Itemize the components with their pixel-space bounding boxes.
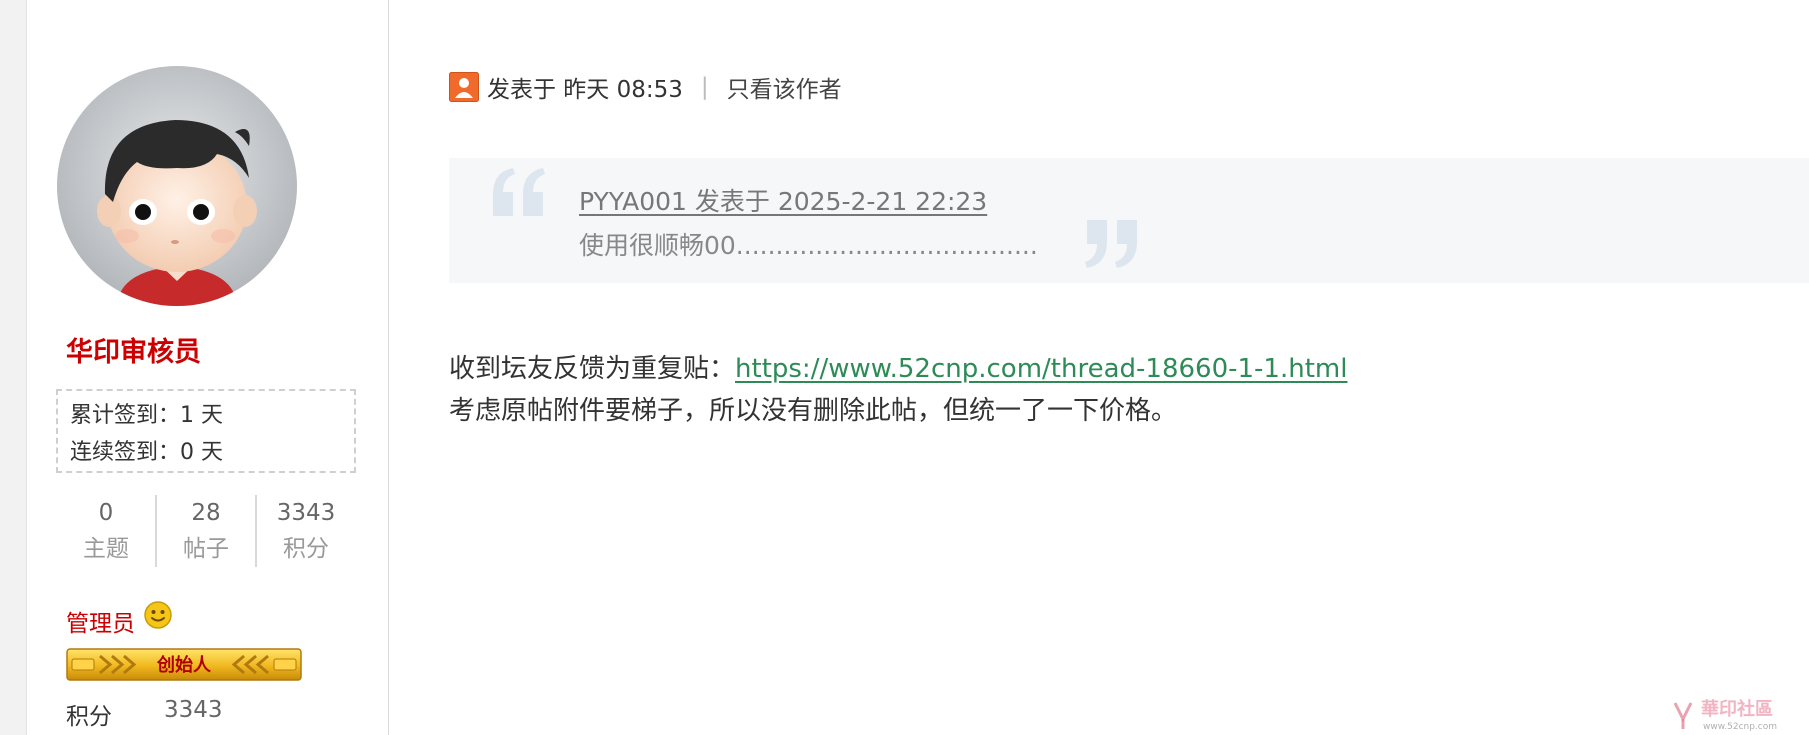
post-meta: 发表于 昨天 08:53 | 只看该作者 xyxy=(449,70,842,104)
poster-icon xyxy=(449,72,479,102)
stat-topics[interactable]: 0 主题 xyxy=(57,495,155,567)
left-gutter xyxy=(0,0,27,735)
thread-link[interactable]: https://www.52cnp.com/thread-18660-1-1.h… xyxy=(735,354,1347,384)
founder-badge-text: 创始人 xyxy=(156,654,212,676)
stat-posts-value: 28 xyxy=(191,500,221,526)
stat-posts[interactable]: 28 帖子 xyxy=(155,495,255,567)
message-body: 收到坛友反馈为重复贴：https://www.52cnp.com/thread-… xyxy=(449,348,1347,432)
stat-points-value: 3343 xyxy=(276,500,336,526)
points-row: 积分 3343 xyxy=(66,697,223,731)
message-line-2: 考虑原帖附件要梯子，所以没有删除此帖，但统一了一下价格。 xyxy=(449,396,1178,426)
close-quote-icon xyxy=(1085,220,1137,268)
only-author-link[interactable]: 只看该作者 xyxy=(727,70,842,104)
author-stats: 0 主题 28 帖子 3343 积分 xyxy=(57,495,355,567)
open-quote-icon xyxy=(493,168,545,216)
avatar[interactable] xyxy=(57,66,297,306)
message-prefix: 收到坛友反馈为重复贴： xyxy=(449,354,736,384)
site-watermark: 華印社區 www.52cnp.com xyxy=(1673,698,1777,732)
stat-points[interactable]: 3343 积分 xyxy=(255,495,355,567)
sign-total: 累计签到：1 天 xyxy=(70,403,223,428)
quote-text: 使用很顺畅00.................................… xyxy=(579,231,1038,260)
quote-source-link[interactable]: PYYA001 发表于 2025-2-21 22:23 xyxy=(579,182,987,218)
author-name[interactable]: 华印审核员 xyxy=(66,330,201,369)
meta-separator: | xyxy=(700,74,709,100)
stat-topics-value: 0 xyxy=(98,500,114,526)
points-label: 积分 xyxy=(66,704,112,730)
role-label[interactable]: 管理员 xyxy=(66,604,135,638)
points-value: 3343 xyxy=(164,697,223,723)
watermark-url: www.52cnp.com xyxy=(1703,722,1777,732)
message-line-1: 收到坛友反馈为重复贴：https://www.52cnp.com/thread-… xyxy=(449,348,1347,390)
watermark-title: 華印社區 xyxy=(1701,698,1773,720)
sign-streak: 连续签到：0 天 xyxy=(70,440,223,465)
stat-posts-label: 帖子 xyxy=(183,536,229,562)
author-role: 管理员 xyxy=(66,601,173,638)
stat-topics-label: 主题 xyxy=(83,536,129,562)
sign-in-box: 累计签到：1 天 连续签到：0 天 xyxy=(56,389,356,473)
founder-badge: 创始人 xyxy=(66,648,302,681)
quote-block: PYYA001 发表于 2025-2-21 22:23 使用很顺畅00.....… xyxy=(449,158,1809,283)
avatar-image xyxy=(57,66,297,306)
smiley-icon xyxy=(144,601,172,629)
page: 回复 补充 支持 反对 送花 xyxy=(0,0,1809,735)
stat-points-label: 积分 xyxy=(283,536,329,562)
posted-time: 发表于 昨天 08:53 xyxy=(487,77,683,103)
